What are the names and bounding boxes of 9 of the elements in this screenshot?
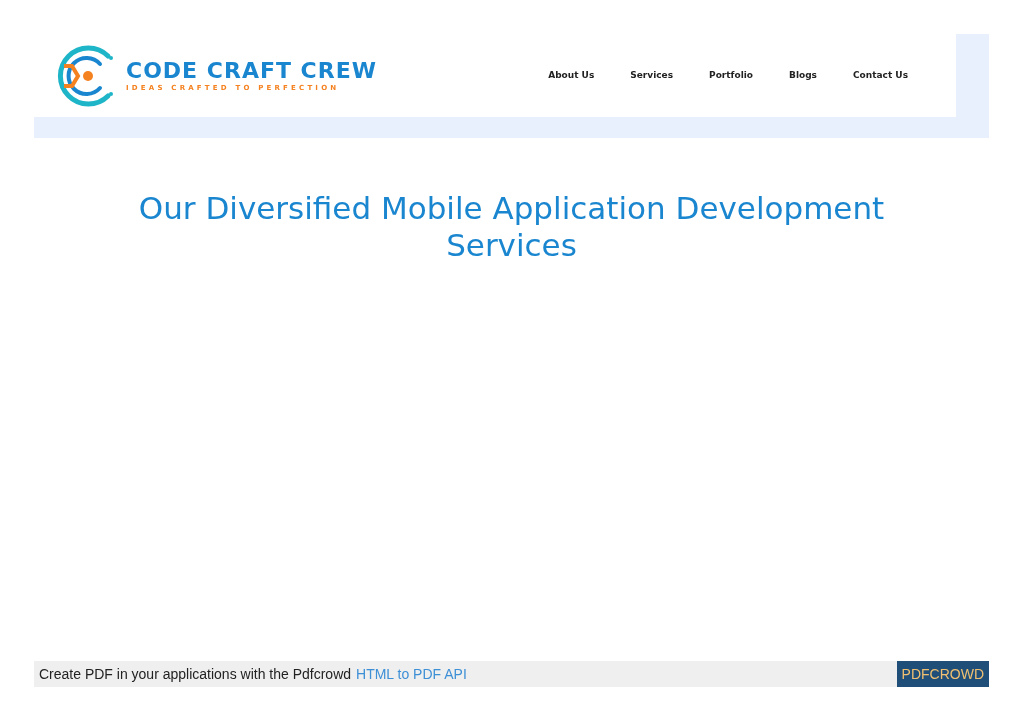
nav-link[interactable]: Portfolio bbox=[705, 68, 758, 83]
nav-link[interactable]: Services bbox=[626, 68, 678, 83]
footer-text: Create PDF in your applications with the Pdfcrowd bbox=[38, 664, 352, 684]
page-heading: Our Diversified Mobile Application Development Services bbox=[137, 190, 886, 264]
nav-link[interactable]: Contact Us bbox=[849, 68, 912, 83]
logo-name: CODE CRAFT CREW bbox=[126, 58, 377, 83]
pdfcrowd-badge[interactable]: PDFCROWD bbox=[896, 661, 989, 687]
nav-link[interactable]: Blogs bbox=[785, 68, 821, 83]
nav-link[interactable]: About Us bbox=[544, 68, 599, 83]
